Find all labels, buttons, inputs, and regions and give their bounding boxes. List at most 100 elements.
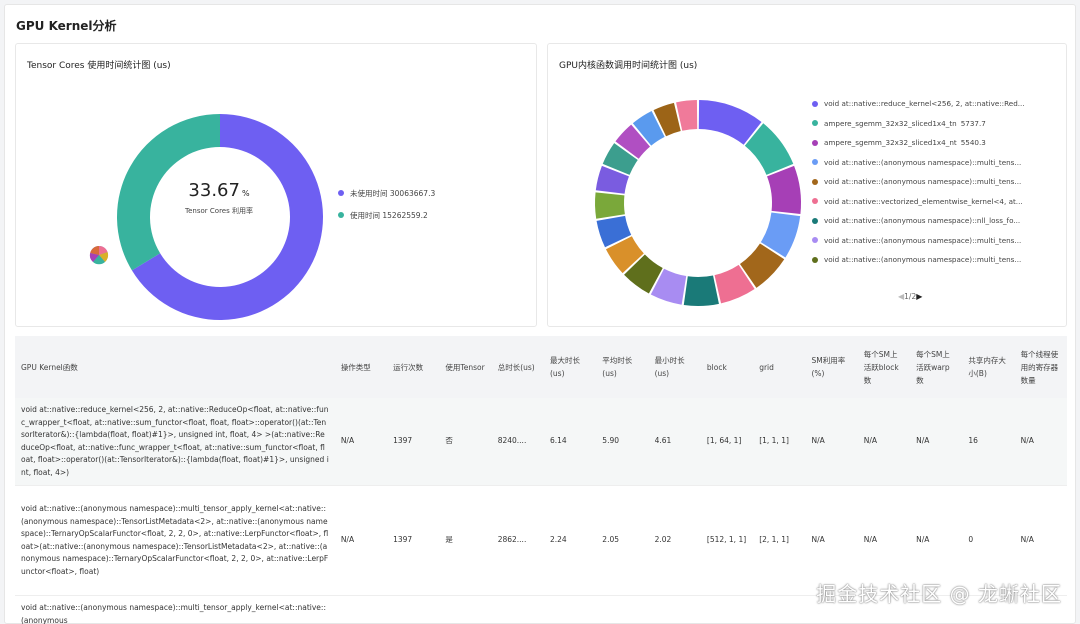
- kernel-legend-item[interactable]: void at::native::(anonymous namespace)::…: [812, 172, 1062, 192]
- legend-label: void at::native::reduce_kernel<256, 2, a…: [824, 99, 1025, 109]
- table-cell: [544, 595, 597, 624]
- table-cell: N/A: [334, 398, 388, 486]
- column-header[interactable]: 共享内存大小(B): [962, 336, 1015, 398]
- column-header[interactable]: grid: [753, 336, 806, 398]
- table-cell: 2862....: [491, 485, 544, 596]
- legend-dot: [812, 237, 818, 244]
- kernel-legend-item[interactable]: void at::native::(anonymous namespace)::…: [812, 250, 1062, 270]
- column-header[interactable]: 最大时长(us): [544, 336, 597, 398]
- table-cell: [1, 64, 1]: [700, 398, 754, 486]
- column-header[interactable]: 每个SM上活跃warp数: [910, 336, 963, 398]
- column-header[interactable]: block: [700, 336, 754, 398]
- kernel-legend-item[interactable]: void at::native::(anonymous namespace)::…: [812, 231, 1062, 251]
- table-cell: N/A: [805, 398, 858, 486]
- legend-label: ampere_sgemm_32x32_sliced1x4_nt: [824, 138, 957, 148]
- column-header[interactable]: 平均时长(us): [596, 336, 649, 398]
- legend-dot: [338, 190, 344, 196]
- table-cell: 是: [439, 485, 492, 596]
- column-header[interactable]: 每个线程使用的寄存器数量: [1014, 336, 1067, 398]
- table-cell: [700, 595, 754, 624]
- kernel-legend-item[interactable]: ampere_sgemm_32x32_sliced1x4_tn 5737.7: [812, 114, 1062, 134]
- pager-text: 1/2: [904, 292, 917, 301]
- legend-label: void at::native::(anonymous namespace)::…: [824, 255, 1022, 265]
- kernel-legend-item[interactable]: void at::native::vectorized_elementwise_…: [812, 192, 1062, 212]
- legend-item-used[interactable]: 使用时间 15262559.2: [338, 204, 435, 226]
- column-header[interactable]: 总时长(us): [491, 336, 544, 398]
- tensor-utilization-label: Tensor Cores 利用率: [185, 207, 253, 215]
- column-header[interactable]: 操作类型: [334, 336, 388, 398]
- table-cell: [2, 1, 1]: [753, 485, 806, 596]
- donut-slice[interactable]: [767, 165, 801, 215]
- legend-label: 使用时间: [350, 210, 380, 220]
- table-cell: 否: [439, 398, 492, 486]
- table-cell: 16: [962, 398, 1015, 486]
- legend-label: void at::native::(anonymous namespace)::…: [824, 157, 1022, 167]
- watermark: 掘金技术社区 @ 龙蜥社区: [816, 582, 1062, 606]
- table-cell: 5.90: [596, 398, 649, 486]
- kernel-time-card: GPU内核函数调用时间统计图 (us) void at::native::red…: [547, 43, 1067, 327]
- table-cell: [334, 595, 388, 624]
- legend-dot: [812, 100, 818, 107]
- legend-label: 未使用时间: [350, 188, 388, 198]
- table-cell: N/A: [1014, 398, 1067, 486]
- legend-label: ampere_sgemm_32x32_sliced1x4_tn: [824, 118, 957, 128]
- table-row[interactable]: void at::native::reduce_kernel<256, 2, a…: [15, 398, 1067, 486]
- legend-dot: [812, 256, 818, 263]
- table-cell: 4.61: [648, 398, 701, 486]
- table-cell: N/A: [857, 398, 911, 486]
- table-cell: 2.05: [596, 485, 649, 596]
- column-header[interactable]: 使用Tensor: [439, 336, 492, 398]
- legend-value: 5540.3: [960, 138, 986, 148]
- legend-dot: [812, 120, 818, 127]
- tensor-legend: 未使用时间 30063667.3 使用时间 15262559.2: [338, 182, 435, 226]
- kernel-function-cell: void at::native::reduce_kernel<256, 2, a…: [15, 398, 335, 486]
- kernel-function-cell: void at::native::(anonymous namespace)::…: [15, 485, 335, 596]
- legend-dot: [338, 212, 344, 218]
- column-header[interactable]: SM利用率(%): [805, 336, 858, 398]
- legend-value: 15262559.2: [382, 210, 428, 220]
- donut-slice[interactable]: [595, 192, 625, 219]
- kernel-legend-item[interactable]: ampere_sgemm_32x32_sliced1x4_nt 5540.3: [812, 133, 1062, 153]
- legend-label: void at::native::(anonymous namespace)::…: [824, 235, 1022, 245]
- table-cell: 1397: [387, 398, 440, 486]
- table-cell: [1, 1, 1]: [753, 398, 806, 486]
- kernel-legend-item[interactable]: void at::native::reduce_kernel<256, 2, a…: [812, 94, 1062, 114]
- mini-pie-icon: [89, 245, 109, 265]
- legend-label: void at::native::(anonymous namespace)::…: [824, 216, 1021, 226]
- kernel-legend-item[interactable]: void at::native::(anonymous namespace)::…: [812, 211, 1062, 231]
- legend-dot: [812, 178, 818, 185]
- table-cell: [439, 595, 492, 624]
- table-cell: [491, 595, 544, 624]
- column-header[interactable]: 每个SM上活跃block数: [857, 336, 911, 398]
- column-header[interactable]: GPU Kernel函数: [15, 336, 335, 398]
- tensor-cores-card: Tensor Cores 使用时间统计图 (us) 33.67% Tensor …: [15, 43, 537, 327]
- legend-value: 5737.7: [960, 118, 986, 128]
- column-header[interactable]: 最小时长(us): [648, 336, 701, 398]
- kernel-legend-item[interactable]: void at::native::(anonymous namespace)::…: [812, 153, 1062, 173]
- legend-dot: [812, 159, 818, 166]
- table-cell: 2.24: [544, 485, 597, 596]
- table-cell: 8240....: [491, 398, 544, 486]
- kernel-donut-chart: [595, 100, 801, 306]
- table-cell: 2.02: [648, 485, 701, 596]
- column-header[interactable]: 运行次数: [387, 336, 440, 398]
- table-cell: [387, 595, 440, 624]
- table-cell: [648, 595, 701, 624]
- legend-dot: [812, 139, 818, 146]
- tensor-utilization-unit: %: [241, 189, 250, 198]
- legend-label: void at::native::(anonymous namespace)::…: [824, 177, 1022, 187]
- legend-pager: ◀ 1/2 ▶: [898, 292, 922, 301]
- tensor-utilization-number: 33.67: [188, 180, 240, 201]
- donut-slice[interactable]: [683, 275, 719, 306]
- kernel-function-cell: void at::native::(anonymous namespace)::…: [15, 595, 335, 624]
- legend-item-unused[interactable]: 未使用时间 30063667.3: [338, 182, 435, 204]
- pager-next-icon[interactable]: ▶: [916, 292, 922, 301]
- table-cell: [596, 595, 649, 624]
- legend-dot: [812, 198, 818, 205]
- table-cell: 1397: [387, 485, 440, 596]
- table-cell: 6.14: [544, 398, 597, 486]
- table-cell: N/A: [334, 485, 388, 596]
- table-cell: [512, 1, 1]: [700, 485, 754, 596]
- page-title: GPU Kernel分析: [16, 19, 117, 33]
- kernel-legend: void at::native::reduce_kernel<256, 2, a…: [812, 94, 1062, 270]
